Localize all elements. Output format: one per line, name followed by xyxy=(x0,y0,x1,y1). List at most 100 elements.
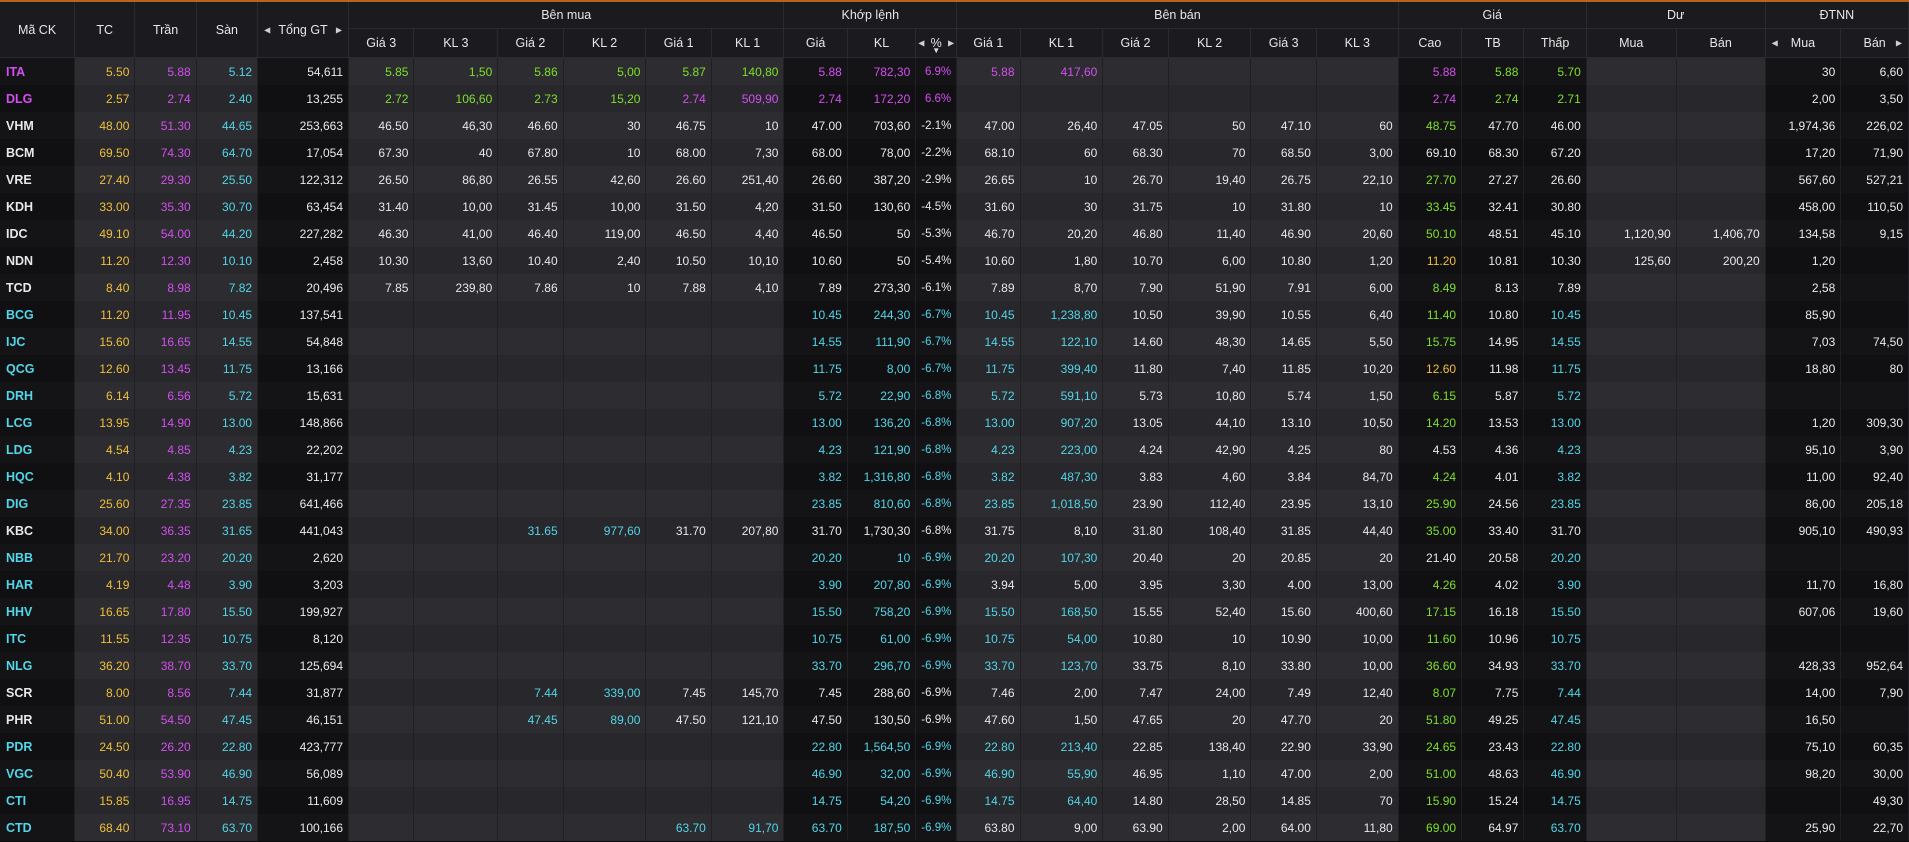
match-vol-cell: 130,60 xyxy=(847,193,917,220)
next-column-arrow-icon[interactable]: ▶ xyxy=(336,25,342,34)
col-sell-price2[interactable]: Giá 2 xyxy=(1102,28,1169,58)
stock-row[interactable]: KBC 34.00 36.35 31.65 441,043 31.65 977,60 31.7… xyxy=(0,517,1909,544)
symbol-cell[interactable]: KDH xyxy=(0,193,76,220)
symbol-cell[interactable]: HAR xyxy=(0,571,76,598)
low-price-cell: 46.00 xyxy=(1523,112,1587,139)
prev-column-arrow-icon[interactable]: ◀ xyxy=(1772,39,1778,48)
col-high[interactable]: Cao xyxy=(1398,28,1463,58)
symbol-cell[interactable]: NDN xyxy=(0,247,76,274)
symbol-cell[interactable]: DLG xyxy=(0,85,76,112)
col-sell-price1[interactable]: Giá 1 xyxy=(956,28,1021,58)
col-remain-sell[interactable]: Bán xyxy=(1676,28,1766,58)
symbol-cell[interactable]: ITA xyxy=(0,57,76,85)
stock-row[interactable]: VGC 50.40 53.90 46.90 56,089 46.90 32,00 -6.9% 4… xyxy=(0,760,1909,787)
col-buy-vol3[interactable]: KL 3 xyxy=(413,28,499,58)
symbol-cell[interactable]: BCM xyxy=(0,139,76,166)
symbol-cell[interactable]: BCG xyxy=(0,301,76,328)
stock-row[interactable]: KDH 33.00 35.30 30.70 63,454 31.40 10,00 31.45 1… xyxy=(0,193,1909,220)
high-price-cell: 48.75 xyxy=(1398,112,1463,139)
stock-row[interactable]: VHM 48.00 51.30 44.65 253,663 46.50 46,30 46.60… xyxy=(0,112,1909,139)
col-match-price[interactable]: Giá xyxy=(783,28,848,58)
symbol-cell[interactable]: CTI xyxy=(0,787,76,814)
stock-row[interactable]: DRH 6.14 6.56 5.72 15,631 5.72 22,90 -6.8% 5.72 5… xyxy=(0,382,1909,409)
change-pct-cell: -2.1% xyxy=(915,112,958,139)
high-price-cell: 8.49 xyxy=(1398,274,1463,301)
stock-row[interactable]: PHR 51.00 54.50 47.45 46,151 47.45 89,00 47.50 1… xyxy=(0,706,1909,733)
stock-row[interactable]: LCG 13.95 14.90 13.00 148,866 13.00 136,20 -6.8… xyxy=(0,409,1909,436)
col-sell-vol2[interactable]: KL 2 xyxy=(1168,28,1252,58)
stock-row[interactable]: TCD 8.40 8.98 7.82 20,496 7.85 239,80 7.86 10 7.8… xyxy=(0,274,1909,301)
col-total-value[interactable]: ◀ Tổng GT ▶ xyxy=(257,2,350,58)
symbol-cell[interactable]: SCR xyxy=(0,679,76,706)
stock-row[interactable]: HHV 16.65 17.80 15.50 199,927 15.50 758,20 -6.9… xyxy=(0,598,1909,625)
stock-row[interactable]: DIG 25.60 27.35 23.85 641,466 23.85 810,60 -6.8… xyxy=(0,490,1909,517)
stock-row[interactable]: SCR 8.00 8.56 7.44 31,877 7.44 339,00 7.45 145,7… xyxy=(0,679,1909,706)
symbol-cell[interactable]: LCG xyxy=(0,409,76,436)
col-avg[interactable]: TB xyxy=(1461,28,1525,58)
symbol-cell[interactable]: KBC xyxy=(0,517,76,544)
symbol-cell[interactable]: NBB xyxy=(0,544,76,571)
stock-row[interactable]: NLG 36.20 38.70 33.70 125,694 33.70 296,70 -6.9… xyxy=(0,652,1909,679)
prev-column-arrow-icon[interactable]: ◀ xyxy=(918,39,924,48)
symbol-cell[interactable]: DIG xyxy=(0,490,76,517)
symbol-cell[interactable]: IDC xyxy=(0,220,76,247)
col-sell-vol3[interactable]: KL 3 xyxy=(1316,28,1399,58)
symbol-cell[interactable]: HQC xyxy=(0,463,76,490)
symbol-cell[interactable]: CTD xyxy=(0,814,76,841)
stock-row[interactable]: CTD 68.40 73.10 63.70 100,166 63.70 91,70 63.70… xyxy=(0,814,1909,841)
stock-row[interactable]: BCG 11.20 11.95 10.45 137,541 10.45 244,30 -6.7… xyxy=(0,301,1909,328)
stock-row[interactable]: NDN 11.20 12.30 10.10 2,458 10.30 13,60 10.40 2,… xyxy=(0,247,1909,274)
col-buy-price3[interactable]: Giá 3 xyxy=(348,28,415,58)
symbol-cell[interactable]: PHR xyxy=(0,706,76,733)
stock-row[interactable]: LDG 4.54 4.85 4.23 22,202 4.23 121,90 -6.8% 4.23… xyxy=(0,436,1909,463)
col-low[interactable]: Thấp xyxy=(1523,28,1587,58)
high-price-cell: 6.15 xyxy=(1398,382,1463,409)
symbol-cell[interactable]: PDR xyxy=(0,733,76,760)
next-column-arrow-icon[interactable]: ▶ xyxy=(1896,39,1902,48)
col-ceiling[interactable]: Trần xyxy=(134,2,197,58)
col-buy-vol1[interactable]: KL 1 xyxy=(711,28,785,58)
stock-row[interactable]: PDR 24.50 26.20 22.80 423,777 22.80 1,564,50 -6… xyxy=(0,733,1909,760)
col-buy-price2[interactable]: Giá 2 xyxy=(497,28,564,58)
col-sell-price3[interactable]: Giá 3 xyxy=(1250,28,1317,58)
stock-row[interactable]: CTI 15.85 16.95 14.75 11,609 14.75 54,20 -6.9% 1… xyxy=(0,787,1909,814)
stock-row[interactable]: DLG 2.57 2.74 2.40 13,255 2.72 106,60 2.73 15,20… xyxy=(0,85,1909,112)
stock-row[interactable]: QCG 12.60 13.45 11.75 13,166 11.75 8,00 -6.7% 11… xyxy=(0,355,1909,382)
symbol-cell[interactable]: TCD xyxy=(0,274,76,301)
stock-row[interactable]: IJC 15.60 16.65 14.55 54,848 14.55 111,90 -6.7%… xyxy=(0,328,1909,355)
symbol-cell[interactable]: LDG xyxy=(0,436,76,463)
col-buy-vol2[interactable]: KL 2 xyxy=(563,28,647,58)
col-foreign-buy[interactable]: ◀ Mua xyxy=(1765,28,1842,58)
col-foreign-sell[interactable]: Bán ▶ xyxy=(1840,28,1909,58)
col-remain-buy[interactable]: Mua xyxy=(1586,28,1677,58)
symbol-cell[interactable]: HHV xyxy=(0,598,76,625)
match-vol-cell: 32,00 xyxy=(847,760,917,787)
col-floor[interactable]: Sàn xyxy=(196,2,259,58)
stock-row[interactable]: ITA 5.50 5.88 5.12 54,611 5.85 1,50 5.86 5,00 5.8… xyxy=(0,57,1909,85)
stock-row[interactable]: BCM 69.50 74.30 64.70 17,054 67.30 40 67.80 10 68… xyxy=(0,139,1909,166)
col-buy-price1[interactable]: Giá 1 xyxy=(645,28,712,58)
symbol-cell[interactable]: ITC xyxy=(0,625,76,652)
stock-row[interactable]: ITC 11.55 12.35 10.75 8,120 10.75 61,00 -6.9% 10… xyxy=(0,625,1909,652)
remain-sell-cell xyxy=(1676,787,1766,814)
col-match-vol[interactable]: KL xyxy=(847,28,917,58)
symbol-cell[interactable]: IJC xyxy=(0,328,76,355)
col-match-pct[interactable]: ◀ % ▶ ▼ xyxy=(915,28,958,58)
symbol-cell[interactable]: VGC xyxy=(0,760,76,787)
symbol-cell[interactable]: VHM xyxy=(0,112,76,139)
stock-row[interactable]: HAR 4.19 4.48 3.90 3,203 3.90 207,80 -6.9% 3.94 5… xyxy=(0,571,1909,598)
stock-row[interactable]: IDC 49.10 54.00 44.20 227,282 46.30 41,00 46.40… xyxy=(0,220,1909,247)
col-ref[interactable]: TC xyxy=(74,2,136,58)
prev-column-arrow-icon[interactable]: ◀ xyxy=(264,25,270,34)
next-column-arrow-icon[interactable]: ▶ xyxy=(948,39,954,48)
col-symbol[interactable]: Mã CK xyxy=(0,2,76,58)
stock-row[interactable]: VRE 27.40 29.30 25.50 122,312 26.50 86,80 26.55… xyxy=(0,166,1909,193)
symbol-cell[interactable]: DRH xyxy=(0,382,76,409)
stock-row[interactable]: HQC 4.10 4.38 3.82 31,177 3.82 1,316,80 -6.8% 3.… xyxy=(0,463,1909,490)
symbol-cell[interactable]: QCG xyxy=(0,355,76,382)
col-sell-vol1[interactable]: KL 1 xyxy=(1020,28,1104,58)
stock-row[interactable]: NBB 21.70 23.20 20.20 2,620 20.20 10 -6.9% 20.20… xyxy=(0,544,1909,571)
sell-vol2-cell xyxy=(1168,85,1252,112)
symbol-cell[interactable]: NLG xyxy=(0,652,76,679)
symbol-cell[interactable]: VRE xyxy=(0,166,76,193)
